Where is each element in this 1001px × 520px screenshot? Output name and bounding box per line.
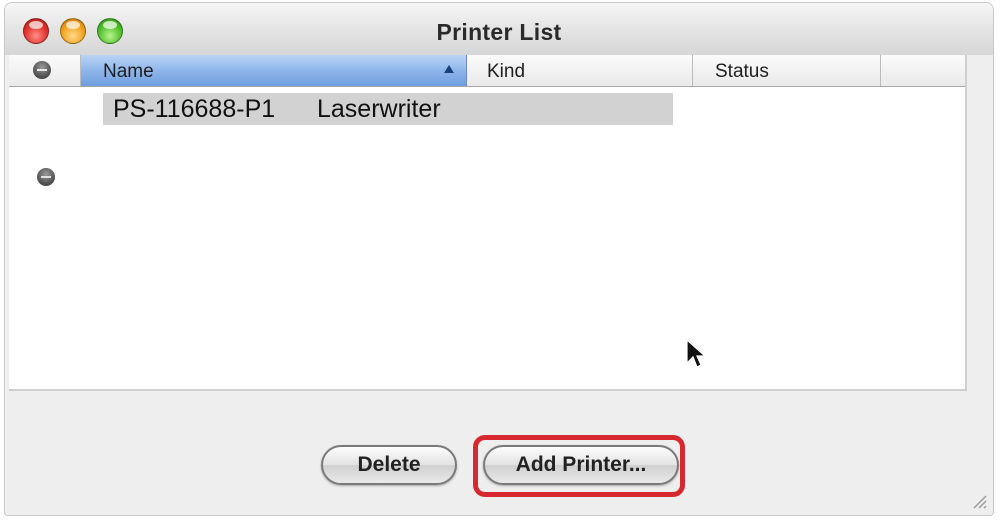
column-header-kind[interactable]: Kind	[467, 55, 693, 86]
add-printer-highlight	[473, 435, 685, 497]
printer-name-cell: PS-116688-P1	[113, 95, 276, 123]
table-row[interactable]: PS-116688-P1 Laserwriter	[103, 93, 673, 125]
column-header-selector[interactable]	[9, 55, 81, 86]
column-status-label: Status	[715, 61, 769, 82]
default-printer-icon	[33, 61, 51, 79]
title-bar[interactable]: Printer List	[5, 3, 993, 55]
column-header-status[interactable]: Status	[693, 55, 881, 86]
mouse-pointer-icon	[686, 339, 707, 368]
column-kind-label: Kind	[487, 61, 526, 82]
printer-list-window: Printer List Name Kind Status PS-116688-…	[4, 2, 994, 516]
delete-button[interactable]: Delete	[321, 445, 457, 485]
column-name-label: Name	[103, 61, 154, 82]
window-title: Printer List	[436, 19, 562, 45]
table-header: Name Kind Status	[9, 55, 965, 87]
sort-ascending-icon	[444, 65, 454, 73]
column-header-name[interactable]: Name	[81, 55, 467, 86]
row-status-icon	[37, 168, 55, 186]
resize-grip-icon[interactable]	[969, 491, 987, 509]
printer-table[interactable]: Name Kind Status PS-116688-P1 Laserwrite…	[9, 55, 967, 391]
printer-kind-cell: Laserwriter	[317, 95, 441, 123]
